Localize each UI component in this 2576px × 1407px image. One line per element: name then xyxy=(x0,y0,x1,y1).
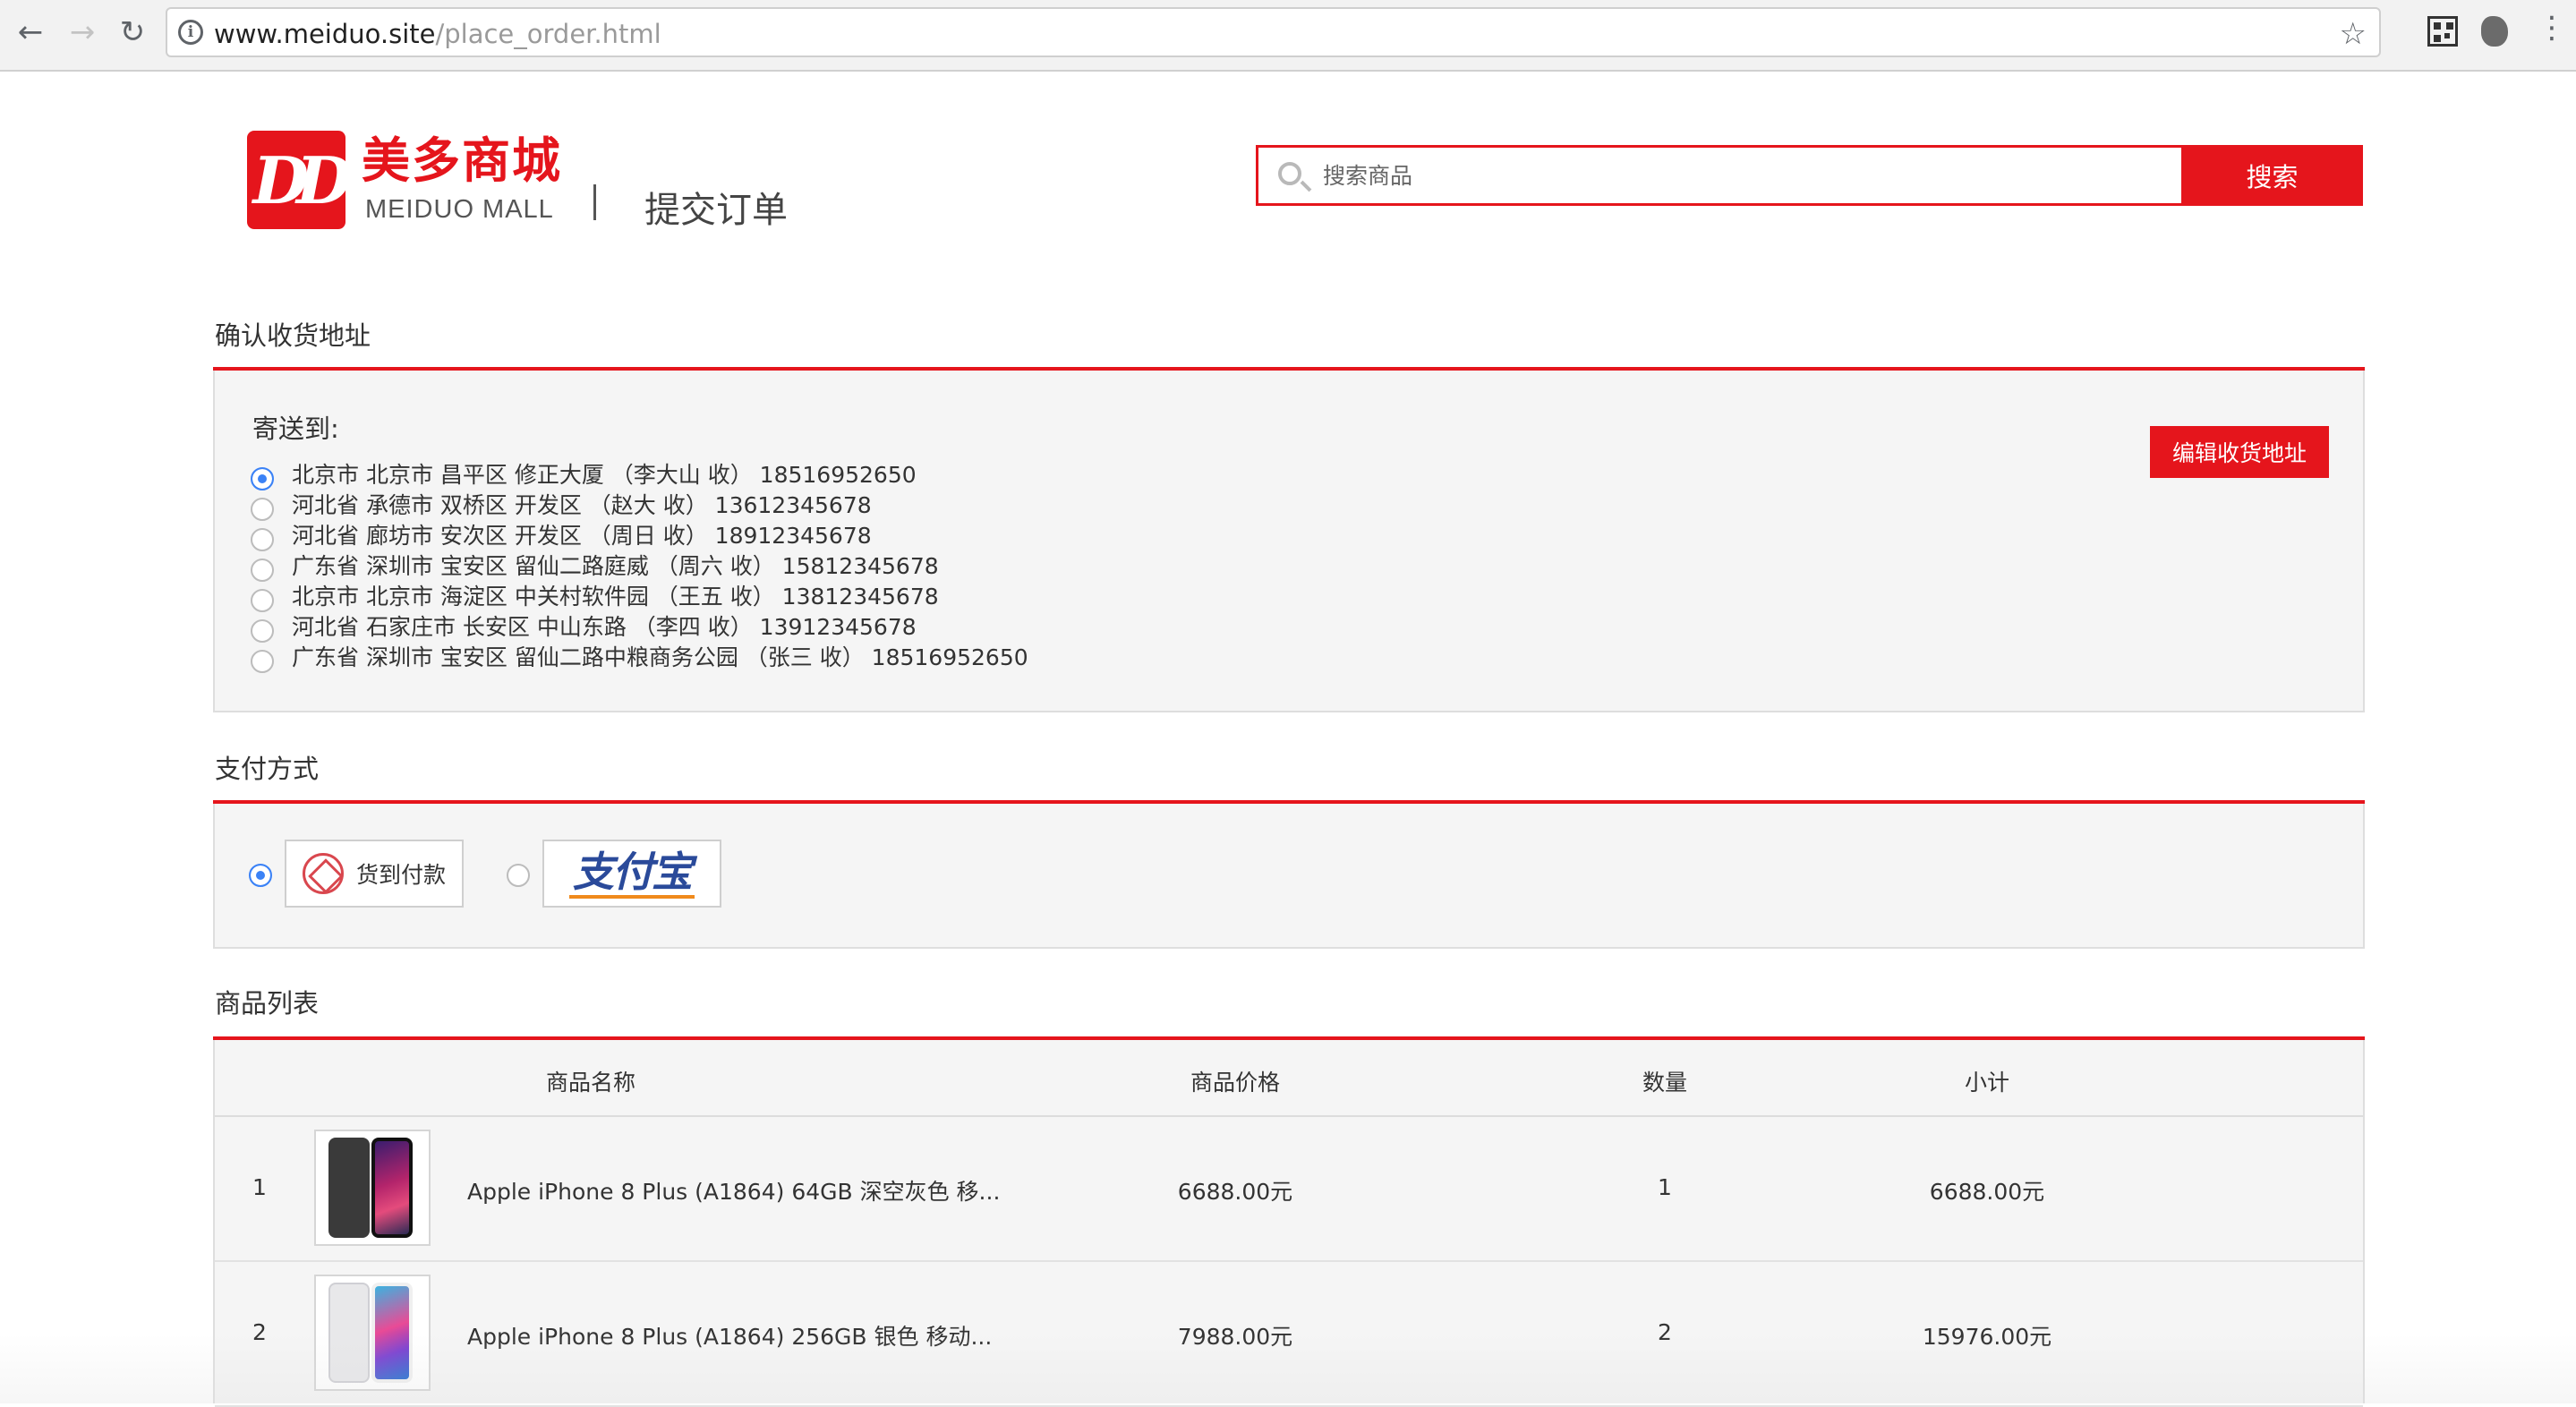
payment-panel: 货到付款 支付宝 xyxy=(213,804,2365,949)
edit-address-button[interactable]: 编辑收货地址 xyxy=(2150,426,2329,478)
address-option[interactable]: 河北省 承德市 双桥区 开发区 （赵大 收） 13612345678 xyxy=(251,489,1028,521)
search-input[interactable] xyxy=(1323,157,2173,194)
address-option[interactable]: 广东省 深圳市 宝安区 留仙二路庭威 （周六 收） 15812345678 xyxy=(251,550,1028,582)
address-radio[interactable] xyxy=(251,650,274,673)
column-header-name: 商品名称 xyxy=(545,1070,636,1096)
address-text: 北京市 北京市 海淀区 中关村软件园 （王五 收） 13812345678 xyxy=(292,584,939,610)
goods-table-header: 商品名称 商品价格 数量 小计 xyxy=(215,1040,2363,1117)
column-header-quantity: 数量 xyxy=(1642,1070,1688,1096)
table-row: 2 Apple iPhone 8 Plus (A1864) 256GB 银色 移… xyxy=(215,1262,2363,1407)
logo-chinese-name: 美多商城 xyxy=(362,132,562,189)
logo-icon[interactable]: DD xyxy=(247,131,352,229)
bookmark-star-icon[interactable]: ☆ xyxy=(2340,16,2367,52)
address-radio[interactable] xyxy=(251,589,274,612)
page-title: 提交订单 xyxy=(644,190,788,231)
evernote-icon[interactable] xyxy=(2481,16,2508,47)
address-option[interactable]: 河北省 廊坊市 安次区 开发区 （周日 收） 18912345678 xyxy=(251,519,1028,551)
payment-option-cod[interactable]: 货到付款 xyxy=(249,840,464,908)
address-bar[interactable]: i www.meiduo.site/place_order.html ☆ xyxy=(166,7,2381,57)
back-arrow-icon[interactable]: ← xyxy=(13,14,48,50)
row-index: 2 xyxy=(252,1319,267,1345)
address-radio[interactable] xyxy=(251,528,274,551)
ship-to-label: 寄送到: xyxy=(252,414,339,444)
payment-section-title: 支付方式 xyxy=(215,754,320,784)
address-option[interactable]: 北京市 北京市 昌平区 修正大厦 （李大山 收） 18516952650 xyxy=(251,458,1028,490)
alipay-card[interactable]: 支付宝 xyxy=(542,840,721,908)
address-text: 河北省 承德市 双桥区 开发区 （赵大 收） 13612345678 xyxy=(292,492,872,518)
info-icon[interactable]: i xyxy=(178,20,203,45)
address-list: 北京市 北京市 昌平区 修正大厦 （李大山 收） 18516952650 河北省… xyxy=(251,458,1028,673)
address-option[interactable]: 广东省 深圳市 宝安区 留仙二路中粮商务公园 （张三 收） 1851695265… xyxy=(251,641,1028,673)
address-section-title: 确认收货地址 xyxy=(215,320,371,351)
row-index: 1 xyxy=(252,1174,267,1200)
goods-table: 商品名称 商品价格 数量 小计 1 Apple iPhone 8 Plus (A… xyxy=(213,1040,2365,1407)
url-host: www.meiduo.site xyxy=(214,19,436,49)
product-price: 7988.00元 xyxy=(1177,1324,1293,1350)
cash-on-delivery-icon xyxy=(302,853,344,894)
phone-back-image xyxy=(328,1283,370,1383)
url-path: /place_order.html xyxy=(435,19,661,49)
product-quantity: 1 xyxy=(1658,1174,1672,1200)
product-subtotal: 15976.00元 xyxy=(1922,1324,2052,1350)
product-thumbnail[interactable] xyxy=(314,1130,431,1246)
cod-card[interactable]: 货到付款 xyxy=(285,840,464,908)
reload-icon[interactable]: ↻ xyxy=(115,14,150,50)
alipay-logo: 支付宝 xyxy=(569,848,695,899)
phone-back-image xyxy=(328,1138,370,1238)
logo-english-name: MEIDUO MALL xyxy=(365,195,554,224)
search-icon xyxy=(1278,162,1301,185)
product-subtotal: 6688.00元 xyxy=(1929,1179,2045,1205)
search-button[interactable]: 搜索 xyxy=(2181,145,2363,206)
phone-front-image xyxy=(371,1283,413,1383)
address-text: 河北省 石家庄市 长安区 中山东路 （李四 收） 13912345678 xyxy=(292,614,917,640)
payment-option-alipay[interactable]: 支付宝 xyxy=(507,840,721,908)
table-row: 1 Apple iPhone 8 Plus (A1864) 64GB 深空灰色 … xyxy=(215,1117,2363,1262)
browser-toolbar: ← → ↻ i www.meiduo.site/place_order.html… xyxy=(0,0,2576,72)
product-thumbnail[interactable] xyxy=(314,1275,431,1391)
address-text: 广东省 深圳市 宝安区 留仙二路庭威 （周六 收） 15812345678 xyxy=(292,553,939,579)
product-name[interactable]: Apple iPhone 8 Plus (A1864) 256GB 银色 移动.… xyxy=(467,1319,992,1352)
goods-section-title: 商品列表 xyxy=(215,988,320,1019)
column-header-subtotal: 小计 xyxy=(1964,1070,2010,1096)
header-divider xyxy=(593,184,596,220)
cod-label: 货到付款 xyxy=(355,862,446,888)
address-option[interactable]: 河北省 石家庄市 长安区 中山东路 （李四 收） 13912345678 xyxy=(251,610,1028,643)
search-box xyxy=(1256,145,2184,206)
forward-arrow-icon[interactable]: → xyxy=(64,14,100,50)
product-price: 6688.00元 xyxy=(1177,1179,1293,1205)
address-radio[interactable] xyxy=(251,467,274,490)
address-radio[interactable] xyxy=(251,559,274,582)
address-radio[interactable] xyxy=(251,498,274,521)
phone-front-image xyxy=(371,1138,413,1238)
address-radio[interactable] xyxy=(251,619,274,643)
address-text: 河北省 廊坊市 安次区 开发区 （周日 收） 18912345678 xyxy=(292,523,872,549)
address-text: 北京市 北京市 昌平区 修正大厦 （李大山 收） 18516952650 xyxy=(292,462,917,488)
address-text: 广东省 深圳市 宝安区 留仙二路中粮商务公园 （张三 收） 1851695265… xyxy=(292,644,1028,670)
product-name[interactable]: Apple iPhone 8 Plus (A1864) 64GB 深空灰色 移.… xyxy=(467,1174,1000,1207)
url-text[interactable]: www.meiduo.site/place_order.html xyxy=(214,20,661,48)
more-menu-icon[interactable]: ⋮ xyxy=(2537,13,2567,43)
payment-radio-cod[interactable] xyxy=(249,864,272,887)
product-quantity: 2 xyxy=(1658,1319,1672,1345)
column-header-price: 商品价格 xyxy=(1190,1070,1281,1096)
qr-code-icon[interactable] xyxy=(2427,16,2458,47)
address-option[interactable]: 北京市 北京市 海淀区 中关村软件园 （王五 收） 13812345678 xyxy=(251,580,1028,612)
payment-radio-alipay[interactable] xyxy=(507,864,530,887)
address-panel: 寄送到: 北京市 北京市 昌平区 修正大厦 （李大山 收） 1851695265… xyxy=(213,371,2365,712)
